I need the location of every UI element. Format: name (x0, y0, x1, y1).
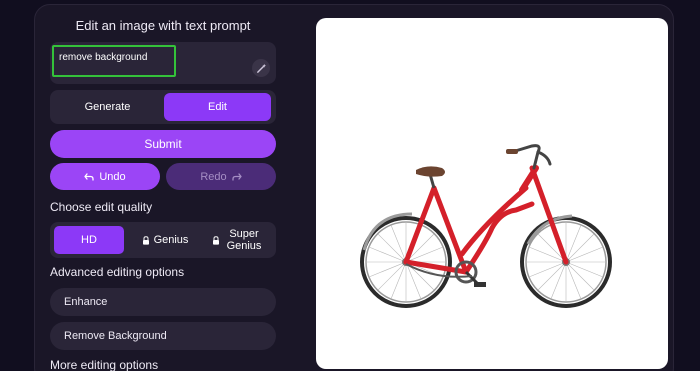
tab-generate[interactable]: Generate (54, 93, 161, 121)
lock-icon (142, 235, 149, 245)
lock-icon (213, 235, 219, 245)
bicycle-frame (403, 165, 569, 275)
magic-wand-button[interactable] (252, 59, 270, 77)
edit-panel: Edit an image with text prompt remove ba… (50, 0, 276, 371)
undo-icon (84, 172, 94, 181)
quality-genius-label: Genius (153, 234, 189, 246)
quality-hd-label: HD (81, 234, 97, 246)
quality-selector: HD Genius Super Genius (50, 222, 276, 258)
remove-background-button[interactable]: Remove Background (50, 322, 276, 350)
tab-edit[interactable]: Edit (164, 93, 271, 121)
image-preview (316, 18, 668, 369)
prompt-input[interactable]: remove background (52, 45, 176, 77)
enhance-button[interactable]: Enhance (50, 288, 276, 316)
quality-super-genius-label: Super Genius (226, 228, 262, 252)
quality-hd[interactable]: HD (54, 226, 124, 254)
panel-title: Edit an image with text prompt (75, 18, 251, 33)
undo-label: Undo (99, 170, 126, 183)
quality-heading: Choose edit quality (50, 200, 153, 214)
quality-genius[interactable]: Genius (130, 226, 200, 254)
redo-label: Redo (200, 170, 227, 183)
quality-super-genius[interactable]: Super Genius (202, 226, 274, 254)
undo-button[interactable]: Undo (50, 163, 160, 190)
prompt-container: remove background (50, 42, 276, 84)
more-options-heading: More editing options (50, 358, 159, 371)
redo-icon (231, 172, 242, 181)
bicycle-image (360, 144, 612, 308)
advanced-heading: Advanced editing options (50, 265, 185, 279)
redo-button[interactable]: Redo (166, 163, 276, 190)
magic-wand-icon (256, 63, 266, 73)
submit-button[interactable]: Submit (50, 130, 276, 158)
mode-tabs: Generate Edit (50, 90, 276, 124)
